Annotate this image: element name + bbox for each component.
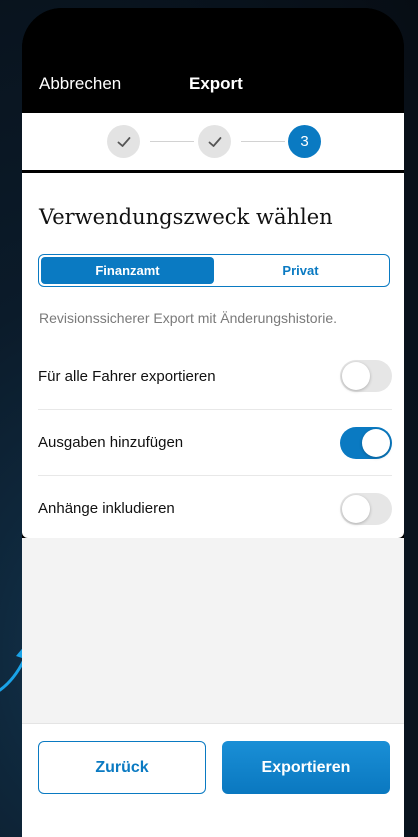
segment-privat[interactable]: Privat: [214, 257, 387, 284]
purpose-segmented-control: Finanzamt Privat: [38, 254, 390, 287]
toggle-row-all-drivers: Für alle Fahrer exportieren: [38, 343, 392, 409]
purpose-card: Verwendungszweck wählen Finanzamt Privat…: [22, 173, 404, 538]
step-3-current: 3: [288, 125, 321, 158]
toggle-knob: [342, 362, 370, 390]
step-connector: [150, 141, 194, 142]
progress-stepper: 3: [22, 113, 404, 170]
expenses-toggle[interactable]: [340, 426, 392, 459]
attachments-toggle[interactable]: [340, 492, 392, 525]
phone-frame: Abbrechen Export 3 Verwendungszweck wähl…: [22, 8, 404, 837]
action-bar: Zurück Exportieren: [22, 723, 404, 837]
toggle-label: Ausgaben hinzufügen: [38, 434, 184, 451]
page-title: Export: [189, 74, 243, 93]
toggle-knob: [362, 428, 390, 457]
segment-finanzamt[interactable]: Finanzamt: [41, 257, 214, 284]
toggle-row-attachments: Anhänge inkludieren: [38, 475, 392, 541]
export-screen: Abbrechen Export 3 Verwendungszweck wähl…: [22, 8, 404, 837]
export-button[interactable]: Exportieren: [222, 741, 390, 794]
checkmark-icon: [117, 136, 130, 147]
toggle-row-expenses: Ausgaben hinzufügen: [38, 409, 392, 475]
all-drivers-toggle[interactable]: [340, 360, 392, 392]
checkmark-icon: [208, 136, 221, 147]
toggle-label: Anhänge inkludieren: [38, 500, 175, 517]
step-2-completed: [198, 125, 231, 158]
empty-background: [22, 538, 404, 723]
step-number: 3: [300, 133, 309, 150]
back-button[interactable]: Zurück: [38, 741, 206, 794]
purpose-hint: Revisionssicherer Export mit Änderungshi…: [39, 310, 338, 326]
step-connector: [241, 141, 285, 142]
toggle-label: Für alle Fahrer exportieren: [38, 367, 216, 385]
step-1-completed: [107, 125, 140, 158]
cancel-button[interactable]: Abbrechen: [39, 74, 121, 94]
toggle-knob: [342, 494, 370, 523]
navigation-bar: Abbrechen Export: [22, 8, 404, 113]
section-title: Verwendungszweck wählen: [39, 205, 333, 229]
